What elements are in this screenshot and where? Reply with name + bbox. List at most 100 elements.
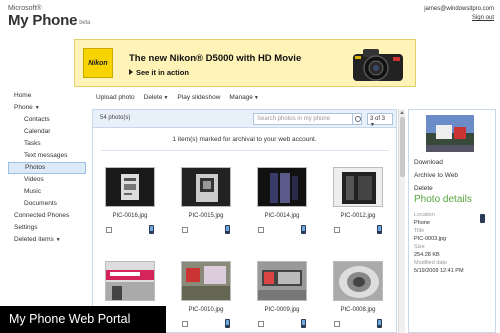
size-value: 254.28 KB (414, 251, 440, 258)
ad-headline: The new Nikon® D5000 with HD Movie (129, 53, 302, 64)
modified-date-label: Modified date (414, 260, 448, 266)
divider (101, 150, 389, 151)
selected-photo-preview (426, 115, 474, 152)
photo-thumbnail[interactable] (105, 167, 155, 207)
nav-tasks[interactable]: Tasks (8, 138, 86, 150)
phone-icon (149, 225, 154, 234)
photo-thumbnail[interactable] (105, 261, 155, 301)
nav-home[interactable]: Home (8, 90, 86, 102)
title-value: PIC-0003.jpg (414, 235, 447, 242)
nav-settings[interactable]: Settings (8, 222, 86, 234)
photo-thumbnail[interactable] (257, 261, 307, 301)
photo-details-title: Photo details (414, 194, 472, 205)
caption-overlay: My Phone Web Portal (0, 306, 166, 333)
phone-icon (301, 319, 306, 328)
brand-title: My Phone beta (8, 12, 91, 29)
photo-item[interactable]: PIC-0008.jpg (333, 261, 393, 328)
size-label: Size (414, 244, 425, 250)
nav-music[interactable]: Music (8, 186, 86, 198)
photo-name: PIC-0010.jpg (188, 307, 224, 313)
search-input[interactable]: Search photos in my phone (253, 113, 353, 125)
camera-image (353, 49, 403, 81)
chevron-down-icon: ▼ (370, 122, 375, 128)
nav-photos[interactable]: Photos (8, 162, 86, 174)
phone-icon (225, 225, 230, 234)
phone-icon (377, 319, 382, 328)
chevron-down-icon: ▼ (34, 105, 40, 111)
scroll-up-icon[interactable] (400, 111, 404, 114)
nav-videos[interactable]: Videos (8, 174, 86, 186)
photo-thumbnail[interactable] (257, 167, 307, 207)
photo-toolbar: Upload photo Delete▼ Play slideshow Mana… (96, 94, 259, 101)
photo-item[interactable]: PIC-0014.jpg (257, 167, 317, 234)
left-nav: Home Phone ▼ Contacts Calendar Tasks Text… (8, 90, 86, 246)
phone-icon (377, 225, 382, 234)
photo-item[interactable]: PIC-0012.jpg (333, 167, 393, 234)
photo-name: PIC-0008.jpg (340, 307, 376, 313)
manage-menu[interactable]: Manage▼ (229, 94, 258, 101)
photo-name: PIC-0015.jpg (188, 213, 224, 219)
nav-contacts[interactable]: Contacts (8, 114, 86, 126)
photo-item[interactable]: PIC-0016.jpg (105, 167, 165, 234)
photo-actions: Download Archive to Web Delete (414, 156, 458, 195)
photo-thumbnail[interactable] (333, 167, 383, 207)
archive-to-web-link[interactable]: Archive to Web (414, 169, 458, 182)
photo-checkbox[interactable] (334, 321, 340, 327)
caption-text: My Phone Web Portal (9, 312, 131, 326)
photo-name: PIC-0012.jpg (340, 213, 376, 219)
delete-menu[interactable]: Delete▼ (144, 94, 169, 101)
nav-phone[interactable]: Phone ▼ (8, 102, 86, 114)
nikon-logo: Nikon (83, 48, 113, 78)
location-value: Phone (414, 219, 430, 226)
gallery-scrollbar[interactable] (398, 109, 405, 333)
title-label: Title (414, 228, 425, 234)
photo-properties: Location Phone Title PIC-0003.jpg Size 2… (414, 212, 464, 276)
photo-count: 54 photo(s) (100, 115, 131, 121)
scroll-thumb[interactable] (400, 117, 405, 177)
photo-thumbnail[interactable] (181, 261, 231, 301)
photo-name: PIC-0014.jpg (264, 213, 300, 219)
photo-checkbox[interactable] (106, 227, 112, 233)
gallery-header: 54 photo(s) Search photos in my phone 3 … (93, 110, 396, 128)
sign-out-link[interactable]: Sign out (424, 14, 494, 23)
photo-item[interactable]: PIC-0015.jpg (181, 167, 241, 234)
chevron-down-icon: ▼ (253, 95, 259, 101)
upload-photo-button[interactable]: Upload photo (96, 94, 135, 101)
play-slideshow-button[interactable]: Play slideshow (177, 94, 220, 101)
chevron-down-icon: ▼ (55, 237, 61, 243)
download-link[interactable]: Download (414, 156, 458, 169)
photo-name: PIC-0009.jpg (264, 307, 300, 313)
nav-text-messages[interactable]: Text messages (8, 150, 86, 162)
nav-documents[interactable]: Documents (8, 198, 86, 210)
app-logo[interactable]: Microsoft® My Phone beta (8, 5, 90, 31)
chevron-down-icon: ▼ (163, 95, 169, 101)
photo-checkbox[interactable] (182, 227, 188, 233)
phone-icon (301, 225, 306, 234)
phone-icon (480, 214, 485, 223)
photo-details-pane: Download Archive to Web Delete Photo det… (408, 109, 496, 333)
search-icon[interactable] (352, 113, 362, 125)
phone-icon (225, 319, 230, 328)
account-area: james@windowsitpro.com Sign out (424, 5, 494, 23)
nav-deleted-items[interactable]: Deleted items ▼ (8, 234, 86, 246)
ad-banner[interactable]: Nikon The new Nikon® D5000 with HD Movie… (74, 39, 416, 87)
modified-date-value: 5/19/2009 12:41 PM (414, 267, 464, 274)
photo-checkbox[interactable] (182, 321, 188, 327)
photo-thumbnail[interactable] (333, 261, 383, 301)
nav-calendar[interactable]: Calendar (8, 126, 86, 138)
archive-notice: 1 item(s) marked for archival to your we… (172, 136, 317, 143)
beta-label: beta (79, 20, 91, 26)
photo-item[interactable]: PIC-0010.jpg (181, 261, 241, 328)
photo-checkbox[interactable] (258, 321, 264, 327)
photo-item[interactable] (105, 261, 165, 328)
page-selector[interactable]: 3 of 3 ▼ (367, 113, 393, 128)
photo-item[interactable]: PIC-0009.jpg (257, 261, 317, 328)
photo-name: PIC-0016.jpg (112, 213, 148, 219)
photo-checkbox[interactable] (334, 227, 340, 233)
photo-gallery: 54 photo(s) Search photos in my phone 3 … (92, 109, 397, 333)
photo-thumbnail[interactable] (181, 167, 231, 207)
nav-connected-phones[interactable]: Connected Phones (8, 210, 86, 222)
ad-cta-link[interactable]: See it in action (129, 68, 189, 77)
photo-checkbox[interactable] (258, 227, 264, 233)
play-arrow-icon (129, 69, 133, 75)
